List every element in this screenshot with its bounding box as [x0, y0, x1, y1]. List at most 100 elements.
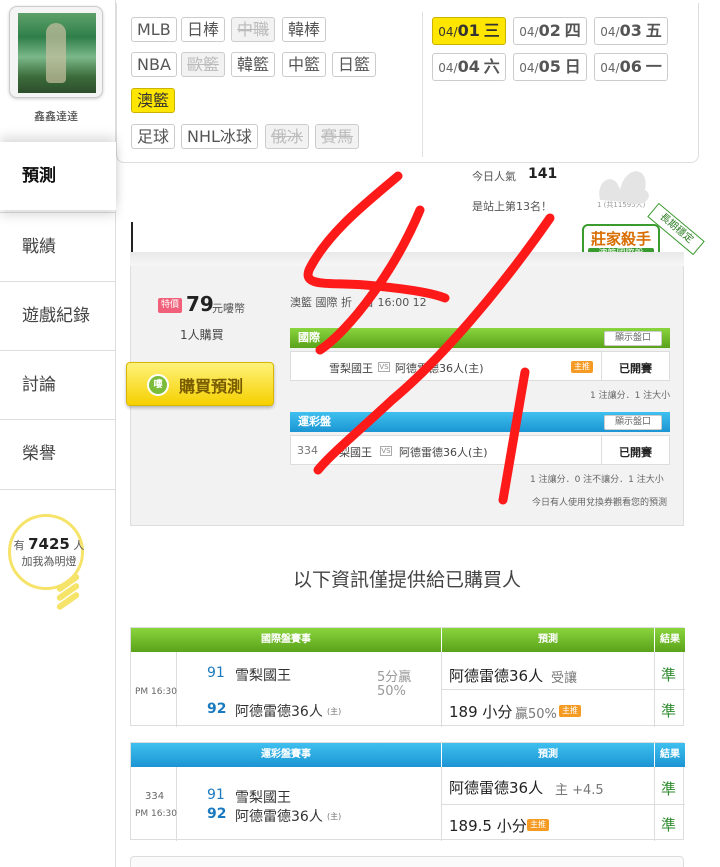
date-chip-0401[interactable]: 04/01 三	[432, 17, 506, 45]
bet-note: 1 注讓分．0 注不讓分．1 注大小	[530, 475, 664, 485]
sidebar-item-prediction[interactable]: 預測	[0, 142, 116, 210]
home-marker: (主)	[327, 707, 342, 716]
buyers-only-heading: 以下資訊僅提供給已購買人	[292, 569, 521, 591]
popularity-value: 141	[528, 166, 558, 182]
prediction-pick: 阿德雷德36人	[449, 779, 544, 797]
home-marker: (主)	[327, 812, 342, 821]
sports-lottery-results-table: 運彩盤賽事 預測 結果 334 PM 16:30 91 雪梨國王 92 阿德雷德…	[130, 742, 685, 841]
prediction-detail: 贏50%	[515, 707, 557, 722]
date-chip-0403[interactable]: 04/03 五	[594, 17, 668, 45]
date-chip-0404[interactable]: 04/04 六	[432, 53, 506, 81]
username: 鑫鑫達達	[34, 110, 78, 123]
price-value: 79	[186, 292, 214, 316]
buy-prediction-button[interactable]: 嘍 購買預測	[126, 362, 274, 406]
sidebar-divider	[0, 489, 116, 490]
sidebar-item-label: 榮譽	[22, 444, 56, 464]
game-time: PM 16:30	[135, 809, 177, 819]
prediction-pick: 阿德雷德36人	[449, 667, 544, 685]
section-row: 334 梨國王 VS 阿德雷德36人(主) 已開賽	[290, 435, 670, 465]
league-chip-horse-racing: 賽馬	[315, 124, 360, 149]
sidebar-item-game-log[interactable]: 遊戲紀錄	[0, 281, 116, 349]
filter-divider	[422, 12, 423, 157]
badge-title: 莊家殺手	[590, 230, 651, 248]
league-chip-soccer[interactable]: 足球	[131, 124, 176, 149]
avatar[interactable]	[9, 6, 103, 98]
league-chip-nba[interactable]: NBA	[131, 52, 177, 77]
buyer-count: 1人購買	[180, 328, 224, 342]
follow-label: 加我為明燈	[21, 555, 77, 568]
team-name: 雪梨國王	[235, 790, 291, 806]
league-chip-kbo[interactable]: 韓棒	[282, 17, 327, 42]
league-chip-mlb[interactable]: MLB	[131, 17, 177, 42]
sidebar-item-label: 討論	[22, 375, 56, 395]
team-name: 阿德雷德36人	[235, 809, 323, 825]
game-code: 334	[145, 791, 165, 802]
prediction-pick: 189.5 小分	[449, 817, 527, 835]
league-chip-kor-basketball[interactable]: 韓籃	[231, 52, 276, 77]
page: 鑫鑫達達 預測 戰績 遊戲紀錄 討論 榮譽 有 7425 人 加我為明燈 MLB…	[0, 0, 720, 867]
team-number: 92	[207, 701, 227, 717]
team-name: 雪梨國王	[329, 362, 373, 375]
next-card-edge	[130, 856, 684, 867]
vs-icon: VS	[380, 446, 392, 456]
spread-result: 5分贏	[377, 670, 412, 685]
sidebar-item-label: 戰績	[22, 237, 56, 257]
buy-prediction-label: 購買預測	[179, 377, 244, 396]
result-correct: 準	[661, 666, 677, 684]
sidebar-item-label: 遊戲紀錄	[22, 306, 90, 326]
team-number: 91	[207, 787, 225, 803]
table-header-prediction: 預測	[442, 628, 654, 652]
result-correct: 準	[661, 702, 677, 720]
bet-note: 1 注讓分．1 注大小	[590, 391, 671, 401]
league-chip-jpn-baseball[interactable]: 日棒	[181, 17, 226, 42]
result-correct: 準	[661, 780, 677, 798]
league-chip-nhl[interactable]: NHL冰球	[181, 124, 258, 149]
prediction-pick: 189 小分	[449, 703, 513, 721]
game-status: 已開賽	[619, 362, 652, 375]
table-header-prediction: 預測	[442, 743, 654, 767]
date-chip-0402[interactable]: 04/02 四	[513, 17, 587, 45]
table-header-event: 運彩盤賽事	[131, 743, 441, 767]
butterfly-icon	[599, 171, 649, 205]
table-header-result: 結果	[655, 743, 685, 767]
league-chip-cn-basketball[interactable]: 中籃	[282, 52, 327, 77]
sidebar-item-honor[interactable]: 榮譽	[0, 419, 116, 487]
rank-text: 是站上第13名！	[472, 200, 552, 213]
sidebar-item-discussion[interactable]: 討論	[0, 350, 116, 418]
league-chip-cpbl: 中職	[231, 17, 276, 42]
vs-icon: VS	[378, 362, 390, 372]
spread-percent: 50%	[377, 684, 406, 699]
price-tag: 特價	[158, 298, 182, 313]
lightbulb-base-icon	[55, 573, 81, 611]
game-time: PM 16:30	[135, 687, 177, 697]
team-name: 梨國王	[339, 446, 372, 459]
section-row: 雪梨國王 VS 阿德雷德36人(主) 主推 已開賽	[290, 351, 670, 381]
featured-tag: 主推	[571, 361, 593, 373]
team-number: 91	[207, 665, 225, 681]
league-chip-jpn-basketball[interactable]: 日籃	[332, 52, 377, 77]
date-chip-0406[interactable]: 04/06 一	[594, 53, 668, 81]
opponent-name: 阿德雷德36人(主)	[395, 362, 484, 375]
coin-icon: 嘍	[147, 374, 169, 396]
sidebar: 鑫鑫達達 預測 戰績 遊戲紀錄 討論 榮譽 有 7425 人 加我為明燈	[0, 0, 116, 867]
game-code: 334	[297, 444, 318, 457]
show-odds-button[interactable]: 顯示盤口	[604, 415, 662, 430]
league-chip-euro-basketball: 歐籃	[181, 52, 226, 77]
featured-tag: 主推	[527, 819, 549, 831]
prediction-detail: 受讓	[551, 671, 578, 686]
fan-count: 7425	[28, 535, 70, 553]
fan-count-line: 有 7425 人	[13, 535, 85, 553]
date-chip-0405[interactable]: 04/05 日	[513, 53, 587, 81]
league-chip-khl: 俄冰	[265, 124, 310, 149]
prediction-detail: 主 +4.5	[555, 783, 604, 798]
featured-tag: 主推	[559, 705, 581, 717]
team-number: 92	[207, 806, 227, 822]
price-unit: 元嘍幣	[212, 302, 245, 315]
voucher-note: 今日有人使用兌換券觀看您的預測	[532, 498, 668, 508]
table-header-event: 國際盤賽事	[131, 628, 441, 652]
show-odds-button[interactable]: 顯示盤口	[604, 331, 662, 346]
league-chip-aus-basketball[interactable]: 澳籃	[131, 88, 176, 113]
sidebar-item-record[interactable]: 戰績	[0, 212, 116, 280]
team-name: 阿德雷德36人	[235, 704, 323, 720]
result-correct: 準	[661, 816, 677, 834]
